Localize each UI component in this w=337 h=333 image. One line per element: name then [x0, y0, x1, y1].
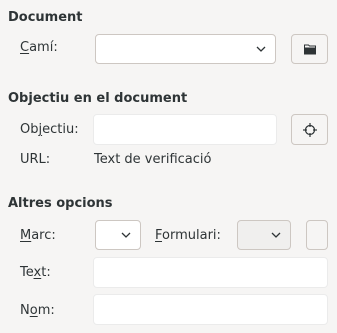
form-label: Formulari: — [155, 228, 221, 243]
target-label-rest: ectiu: — [42, 122, 79, 137]
path-label-mnemonic: C — [20, 40, 30, 55]
form-combobox[interactable] — [237, 220, 291, 250]
target-input[interactable] — [93, 114, 277, 145]
name-label-rest: m: — [37, 303, 55, 318]
chevron-down-icon — [271, 232, 281, 238]
text-label-rest: t: — [41, 265, 51, 280]
crosshair-target-icon — [302, 122, 317, 137]
chevron-down-icon — [121, 232, 131, 238]
frame-label-rest: arc: — [31, 228, 56, 243]
frame-combobox[interactable] — [95, 220, 141, 250]
target-label-prefix: Ob — [20, 122, 39, 137]
events-button[interactable] — [306, 220, 328, 250]
frame-label: Marc: — [20, 228, 56, 243]
target-section-title: Objectiu en el document — [8, 91, 188, 106]
folder-icon — [303, 44, 316, 55]
path-label: Camí: — [20, 40, 58, 55]
document-section-title: Document — [8, 10, 83, 25]
path-combobox[interactable] — [95, 34, 276, 64]
path-label-rest: amí: — [29, 40, 58, 55]
frame-label-mnemonic: M — [20, 228, 32, 243]
target-button[interactable] — [291, 114, 328, 145]
name-label: Nom: — [20, 303, 55, 318]
chevron-down-icon — [256, 46, 266, 52]
name-label-prefix: N — [20, 303, 30, 318]
form-label-mnemonic: F — [155, 228, 163, 243]
name-label-mnemonic: o — [29, 303, 38, 318]
url-label: URL: — [20, 152, 51, 167]
form-label-rest: ormulari: — [162, 228, 221, 243]
name-input[interactable] — [93, 294, 328, 325]
text-input[interactable] — [93, 257, 328, 288]
text-label-prefix: Te — [20, 265, 34, 280]
text-label: Text: — [20, 265, 51, 280]
target-label: Objectiu: — [20, 122, 79, 137]
browse-button[interactable] — [291, 34, 328, 64]
other-section-title: Altres opcions — [8, 196, 113, 211]
url-value: Text de verificació — [94, 152, 212, 167]
